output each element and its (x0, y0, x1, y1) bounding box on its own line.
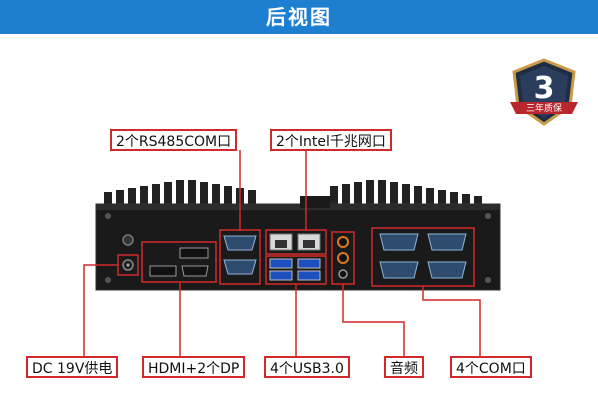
label-usb: 4个USB3.0 (264, 356, 350, 378)
audio-jack-2 (337, 252, 349, 264)
rear-panel-diagram (83, 150, 501, 356)
rs485-port-2 (223, 259, 257, 275)
heatsink-fins (104, 180, 482, 206)
label-audio: 音频 (384, 356, 424, 378)
displayport-2 (149, 265, 177, 277)
label-dc-power: DC 19V供电 (26, 356, 119, 378)
label-com: 4个COM口 (450, 356, 532, 378)
audio-jack-3 (338, 269, 348, 279)
com-port-3 (379, 261, 419, 279)
label-video: HDMI+2个DP (142, 356, 246, 378)
usb-port-2 (297, 258, 321, 269)
displayport-1 (179, 247, 209, 259)
com-port-4 (427, 261, 467, 279)
power-button (122, 234, 134, 246)
lan-port-2 (297, 233, 321, 251)
dc-jack (122, 259, 134, 271)
com-port-1 (379, 233, 419, 251)
usb-port-4 (297, 270, 321, 281)
usb-port-3 (269, 270, 293, 281)
lan-port-1 (269, 233, 293, 251)
label-lan: 2个Intel千兆网口 (270, 129, 392, 151)
label-rs485: 2个RS485COM口 (110, 129, 238, 151)
hdmi-port (181, 265, 209, 277)
audio-jack-1 (337, 236, 349, 248)
usb-port-1 (269, 258, 293, 269)
rs485-port-1 (223, 235, 257, 251)
com-port-2 (427, 233, 467, 251)
